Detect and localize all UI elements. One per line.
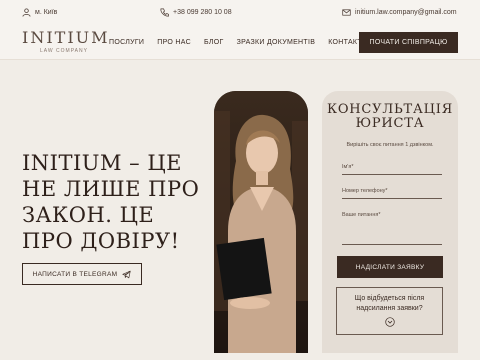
email-link[interactable]: initium.law.company@gmail.com bbox=[342, 8, 457, 17]
faq-accordion[interactable]: Що відбудеться після надсилання заявки? bbox=[336, 287, 443, 335]
phone-link[interactable]: +38 099 280 10 08 bbox=[160, 8, 232, 17]
consultation-form-card: КОНСУЛЬТАЦІЯ ЮРИСТА Вирішіть своє питанн… bbox=[322, 91, 458, 353]
site-header: INITIUM LAW COMPANY ПОСЛУГИ ПРО НАС БЛОГ… bbox=[0, 26, 480, 60]
faq-question-text: Що відбудеться після надсилання заявки? bbox=[354, 295, 425, 312]
nav-item-blog[interactable]: БЛОГ bbox=[204, 39, 224, 46]
start-cooperation-button[interactable]: ПОЧАТИ СПІВПРАЦЮ bbox=[359, 32, 458, 53]
hero-title: INITIUM – ЦЕ НЕ ЛИШЕ ПРО ЗАКОН. ЦЕ ПРО Д… bbox=[22, 151, 200, 253]
nav-item-services[interactable]: ПОСЛУГИ bbox=[109, 39, 144, 46]
form-title-line2: ЮРИСТА bbox=[355, 116, 425, 131]
lawyer-photo bbox=[214, 91, 308, 353]
name-field[interactable]: Ім'я* bbox=[342, 164, 442, 175]
chevron-down-icon bbox=[384, 317, 395, 327]
telegram-button-label: НАПИСАТИ В TELEGRAM bbox=[32, 270, 118, 278]
form-title: КОНСУЛЬТАЦІЯ ЮРИСТА bbox=[322, 103, 458, 131]
telegram-button[interactable]: НАПИСАТИ В TELEGRAM bbox=[22, 263, 142, 285]
top-info-bar: м. Київ +38 099 280 10 08 initium.law.co… bbox=[0, 0, 480, 26]
phone-field[interactable]: Номер телефону* bbox=[342, 188, 442, 199]
user-icon bbox=[22, 8, 31, 17]
main-nav: ПОСЛУГИ ПРО НАС БЛОГ ЗРАЗКИ ДОКУМЕНТІВ К… bbox=[109, 39, 367, 46]
location-info: м. Київ bbox=[22, 8, 57, 17]
logo-subtitle: LAW COMPANY bbox=[40, 48, 88, 54]
logo-name: INITIUM bbox=[22, 28, 110, 47]
form-description: Вирішіть своє питання 1 дзвінком. bbox=[346, 142, 434, 148]
logo[interactable]: INITIUM LAW COMPANY bbox=[22, 29, 110, 55]
phone-icon bbox=[160, 8, 169, 17]
mail-icon bbox=[342, 9, 351, 16]
phone-text: +38 099 280 10 08 bbox=[173, 9, 232, 16]
email-text: initium.law.company@gmail.com bbox=[355, 9, 457, 16]
question-field[interactable]: Ваше питання* bbox=[342, 212, 442, 245]
nav-item-documents[interactable]: ЗРАЗКИ ДОКУМЕНТІВ bbox=[237, 39, 316, 46]
nav-item-about[interactable]: ПРО НАС bbox=[157, 39, 191, 46]
lawyer-portrait-image bbox=[214, 91, 308, 353]
telegram-icon bbox=[122, 270, 131, 278]
location-text: м. Київ bbox=[35, 9, 58, 16]
submit-request-button[interactable]: НАДІСЛАТИ ЗАЯВКУ bbox=[337, 256, 443, 278]
form-title-line1: КОНСУЛЬТАЦІЯ bbox=[326, 102, 454, 117]
